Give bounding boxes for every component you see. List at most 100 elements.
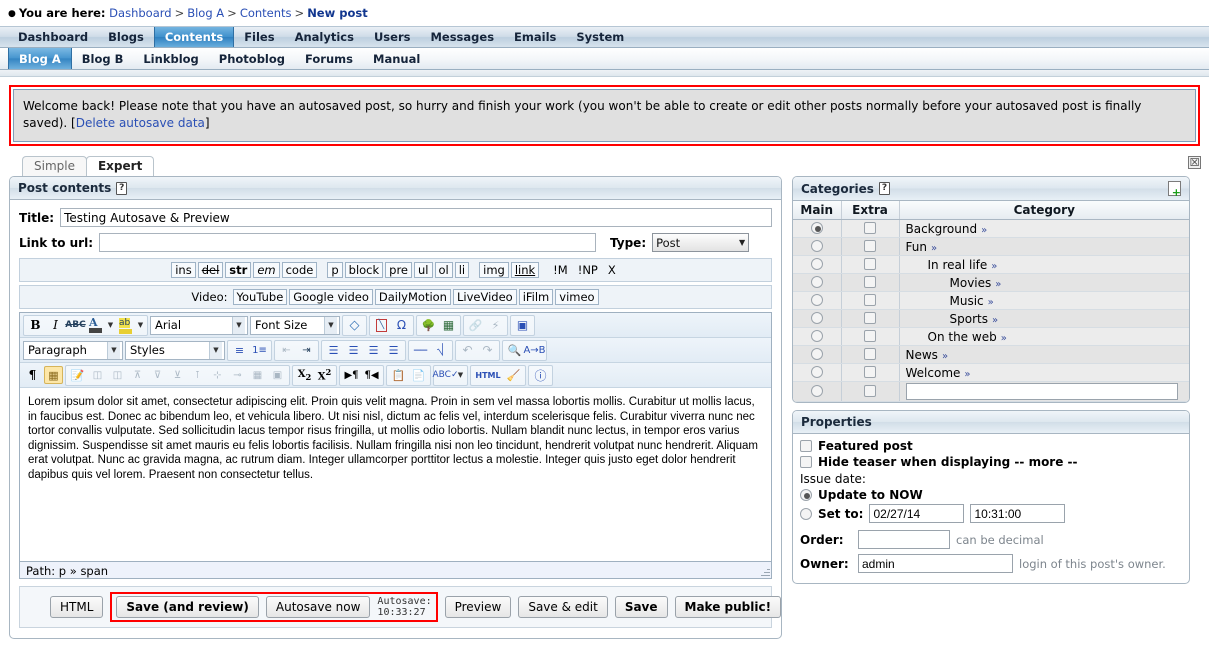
editor-content-area[interactable]: Lorem ipsum dolor sit amet, consectetur … — [20, 388, 771, 561]
quicktag-more[interactable]: !M — [549, 262, 572, 278]
extra-category-checkbox[interactable] — [864, 385, 876, 397]
main-category-radio[interactable] — [810, 385, 823, 397]
video-tag-youtube[interactable]: YouTube — [232, 289, 288, 305]
toggle-guidelines-icon[interactable]: ▦ — [44, 366, 63, 384]
save-button[interactable]: Save — [614, 596, 668, 618]
nav-item-analytics[interactable]: Analytics — [285, 27, 364, 47]
quicktag-str[interactable]: str — [225, 262, 252, 278]
category-name-cell[interactable]: Music » — [899, 291, 1189, 310]
indent-icon[interactable]: ⇥ — [297, 341, 316, 359]
split-cells-icon[interactable]: ▦ — [248, 366, 267, 384]
quicktag-del[interactable]: del — [197, 262, 224, 278]
remove-formatting-icon[interactable]: ◇ — [345, 316, 364, 334]
subnav-item-forums[interactable]: Forums — [295, 48, 363, 69]
show-invisibles-icon[interactable]: ¶ — [23, 366, 42, 384]
outdent-icon[interactable]: ⇤ — [277, 341, 296, 359]
save-and-edit-button[interactable]: Save & edit — [518, 596, 608, 618]
main-category-radio[interactable] — [810, 330, 823, 342]
ltr-direction-icon[interactable]: ▶¶ — [342, 366, 361, 384]
hide-teaser-checkbox[interactable] — [800, 456, 812, 468]
insert-image-icon[interactable]: 🌳 — [419, 316, 438, 334]
main-category-radio[interactable] — [810, 312, 823, 324]
nav-item-system[interactable]: System — [566, 27, 634, 47]
extra-category-checkbox[interactable] — [864, 240, 876, 252]
save-and-review-button[interactable]: Save (and review) — [116, 596, 259, 618]
page-break-icon[interactable]: ⎷ — [431, 341, 450, 359]
nav-item-messages[interactable]: Messages — [420, 27, 504, 47]
issue-time-input[interactable] — [970, 504, 1066, 523]
quicktag-code[interactable]: code — [281, 262, 318, 278]
type-select[interactable]: Post ▼ — [652, 233, 750, 252]
bold-icon[interactable]: B — [26, 316, 45, 334]
special-character-icon[interactable]: Ω — [392, 316, 411, 334]
title-input[interactable] — [60, 208, 772, 227]
nav-item-users[interactable]: Users — [364, 27, 421, 47]
new-category-input[interactable] — [905, 383, 1178, 400]
align-left-icon[interactable]: ☰ — [324, 341, 343, 359]
chevron-right-icon[interactable]: » — [995, 279, 1001, 290]
breadcrumb-link-blog-a[interactable]: Blog A — [187, 6, 224, 20]
quicktag-block[interactable]: block — [344, 262, 384, 278]
tab-expert[interactable]: Expert — [85, 156, 155, 176]
category-name-cell[interactable]: Movies» — [899, 273, 1189, 292]
main-category-radio[interactable] — [810, 348, 823, 360]
spellcheck-dropdown-icon[interactable]: ▼ — [456, 366, 465, 384]
extra-category-checkbox[interactable] — [864, 222, 876, 234]
subnav-item-linkblog[interactable]: Linkblog — [133, 48, 208, 69]
help-circle-icon[interactable]: ⓘ — [531, 366, 550, 384]
breadcrumb-link-dashboard[interactable]: Dashboard — [109, 6, 171, 20]
strikethrough-icon[interactable]: ABC — [65, 316, 85, 334]
align-center-icon[interactable]: ☰ — [344, 341, 363, 359]
chevron-right-icon[interactable]: » — [931, 243, 937, 254]
insert-row-before-icon[interactable]: ⊼ — [128, 366, 147, 384]
insert-column-before-icon[interactable]: ⊺ — [188, 366, 207, 384]
chevron-right-icon[interactable]: » — [992, 315, 998, 326]
link-to-url-input[interactable] — [99, 233, 596, 252]
spellcheck-icon[interactable]: ABC✓ — [433, 366, 459, 384]
quicktag-p[interactable]: p — [327, 262, 343, 278]
issue-date-input[interactable] — [869, 504, 965, 523]
quicktag-pre[interactable]: pre — [385, 262, 413, 278]
quicktag-ul[interactable]: ul — [414, 262, 433, 278]
insert-media-icon[interactable]: ▦ — [439, 316, 458, 334]
superscript-icon[interactable]: X2 — [315, 366, 334, 384]
chevron-right-icon[interactable]: » — [981, 225, 987, 236]
text-color-dropdown-icon[interactable]: ▼ — [106, 316, 115, 334]
category-name-cell[interactable]: Sports » — [899, 309, 1189, 328]
table-properties-icon[interactable]: 📝 — [68, 366, 87, 384]
nav-item-emails[interactable]: Emails — [504, 27, 566, 47]
merge-cells-icon[interactable]: ▣ — [268, 366, 287, 384]
delete-autosave-data-link[interactable]: Delete autosave data — [76, 116, 205, 130]
search-icon[interactable]: 🔍 — [505, 341, 524, 359]
text-color-icon[interactable]: A — [86, 316, 105, 334]
styles-select[interactable]: Styles ▼ — [125, 340, 225, 360]
align-justify-icon[interactable]: ☰ — [384, 341, 403, 359]
main-category-radio[interactable] — [810, 258, 823, 270]
highlight-color-dropdown-icon[interactable]: ▼ — [136, 316, 145, 334]
quicktag-nextpage[interactable]: !NP — [574, 262, 602, 278]
horizontal-rule-icon[interactable]: ── — [411, 341, 430, 359]
paste-from-word-icon[interactable]: 📄 — [409, 366, 428, 384]
main-category-radio[interactable] — [810, 276, 823, 288]
insert-link-icon[interactable]: 🔗 — [466, 316, 485, 334]
undo-icon[interactable]: ↶ — [458, 341, 477, 359]
order-input[interactable] — [858, 530, 950, 549]
set-to-radio[interactable] — [800, 507, 812, 520]
bullet-list-icon[interactable]: ≡ — [230, 341, 249, 359]
category-name-cell[interactable]: Welcome» — [899, 363, 1189, 382]
delete-row-icon[interactable]: ⊻ — [168, 366, 187, 384]
nav-item-blogs[interactable]: Blogs — [98, 27, 154, 47]
edit-html-source-icon[interactable]: HTML — [473, 366, 503, 384]
nav-item-files[interactable]: Files — [234, 27, 284, 47]
rtl-direction-icon[interactable]: ¶◀ — [362, 366, 381, 384]
fullscreen-icon[interactable]: ▣ — [513, 316, 532, 334]
help-icon[interactable]: ? — [116, 181, 128, 195]
quicktag-ins[interactable]: ins — [171, 262, 196, 278]
category-name-cell[interactable]: In real life» — [899, 255, 1189, 274]
chevron-right-icon[interactable]: » — [942, 351, 948, 362]
category-name-cell[interactable]: On the web » — [899, 327, 1189, 346]
align-right-icon[interactable]: ☰ — [364, 341, 383, 359]
paragraph-format-select[interactable]: Paragraph ▼ — [23, 340, 123, 360]
subnav-item-manual[interactable]: Manual — [363, 48, 430, 69]
video-tag-google-video[interactable]: Google video — [289, 289, 373, 305]
